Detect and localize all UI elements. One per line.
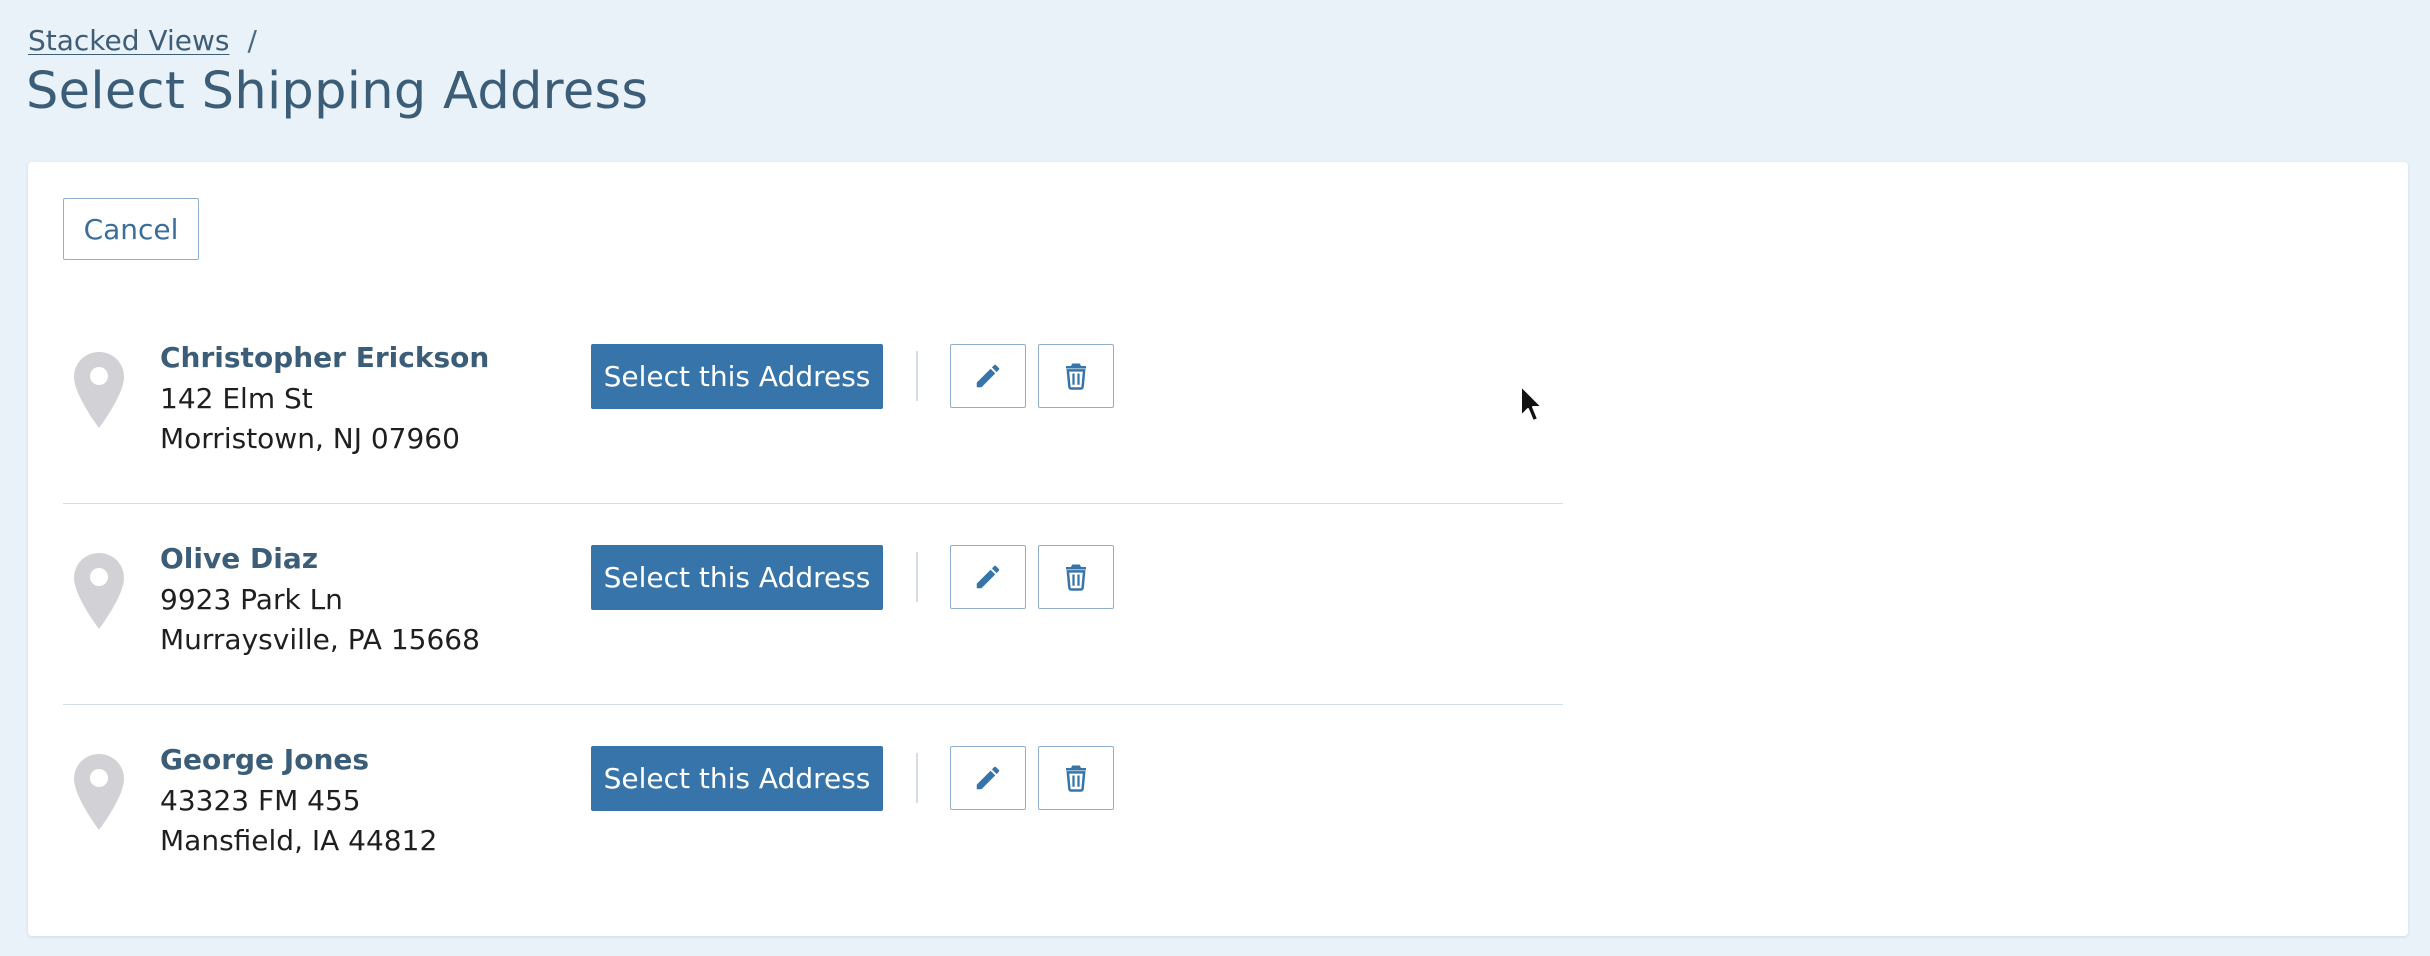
address-details: Olive Diaz 9923 Park Ln Murraysville, PA… (160, 539, 480, 661)
trash-icon (1066, 564, 1086, 591)
address-list: Christopher Erickson 142 Elm St Morristo… (63, 303, 1563, 906)
address-city-state-zip: Murraysville, PA 15668 (160, 623, 480, 656)
address-row: Olive Diaz 9923 Park Ln Murraysville, PA… (63, 504, 1563, 705)
address-street: 43323 FM 455 (160, 783, 361, 817)
map-pin-icon (74, 553, 124, 629)
trash-icon (1066, 363, 1086, 390)
pencil-icon (976, 364, 1000, 388)
address-row: Christopher Erickson 142 Elm St Morristo… (63, 303, 1563, 504)
address-details: Christopher Erickson 142 Elm St Morristo… (160, 338, 489, 460)
breadcrumb: Stacked Views / (28, 24, 257, 57)
divider (916, 552, 918, 602)
cancel-button[interactable]: Cancel (63, 198, 199, 260)
trash-icon (1066, 765, 1086, 792)
breadcrumb-link-stacked-views[interactable]: Stacked Views (28, 24, 229, 57)
pencil-icon (976, 766, 1000, 790)
address-street: 9923 Park Ln (160, 582, 343, 616)
pencil-icon (976, 565, 1000, 589)
map-pin-icon (74, 754, 124, 830)
page-title: Select Shipping Address (26, 62, 649, 121)
address-city-state-zip: Morristown, NJ 07960 (160, 422, 460, 455)
select-address-button[interactable]: Select this Address (591, 545, 883, 610)
edit-address-button[interactable] (950, 746, 1026, 810)
divider (916, 753, 918, 803)
address-street: 142 Elm St (160, 381, 313, 415)
address-name: Christopher Erickson (160, 341, 490, 374)
delete-address-button[interactable] (1038, 344, 1114, 408)
map-pin-icon (74, 352, 124, 428)
delete-address-button[interactable] (1038, 746, 1114, 810)
mouse-cursor-icon (1520, 385, 1543, 422)
address-details: George Jones 43323 FM 455 Mansfield, IA … (160, 740, 437, 862)
select-address-button[interactable]: Select this Address (591, 746, 883, 811)
divider (916, 351, 918, 401)
address-row: George Jones 43323 FM 455 Mansfield, IA … (63, 705, 1563, 906)
address-name: George Jones (160, 743, 370, 776)
address-city-state-zip: Mansfield, IA 44812 (160, 824, 438, 857)
edit-address-button[interactable] (950, 545, 1026, 609)
delete-address-button[interactable] (1038, 545, 1114, 609)
address-panel: Cancel Christopher Erickson 142 Elm St M… (28, 162, 2408, 936)
address-name: Olive Diaz (160, 542, 319, 575)
select-address-button[interactable]: Select this Address (591, 344, 883, 409)
edit-address-button[interactable] (950, 344, 1026, 408)
breadcrumb-separator: / (247, 24, 257, 57)
